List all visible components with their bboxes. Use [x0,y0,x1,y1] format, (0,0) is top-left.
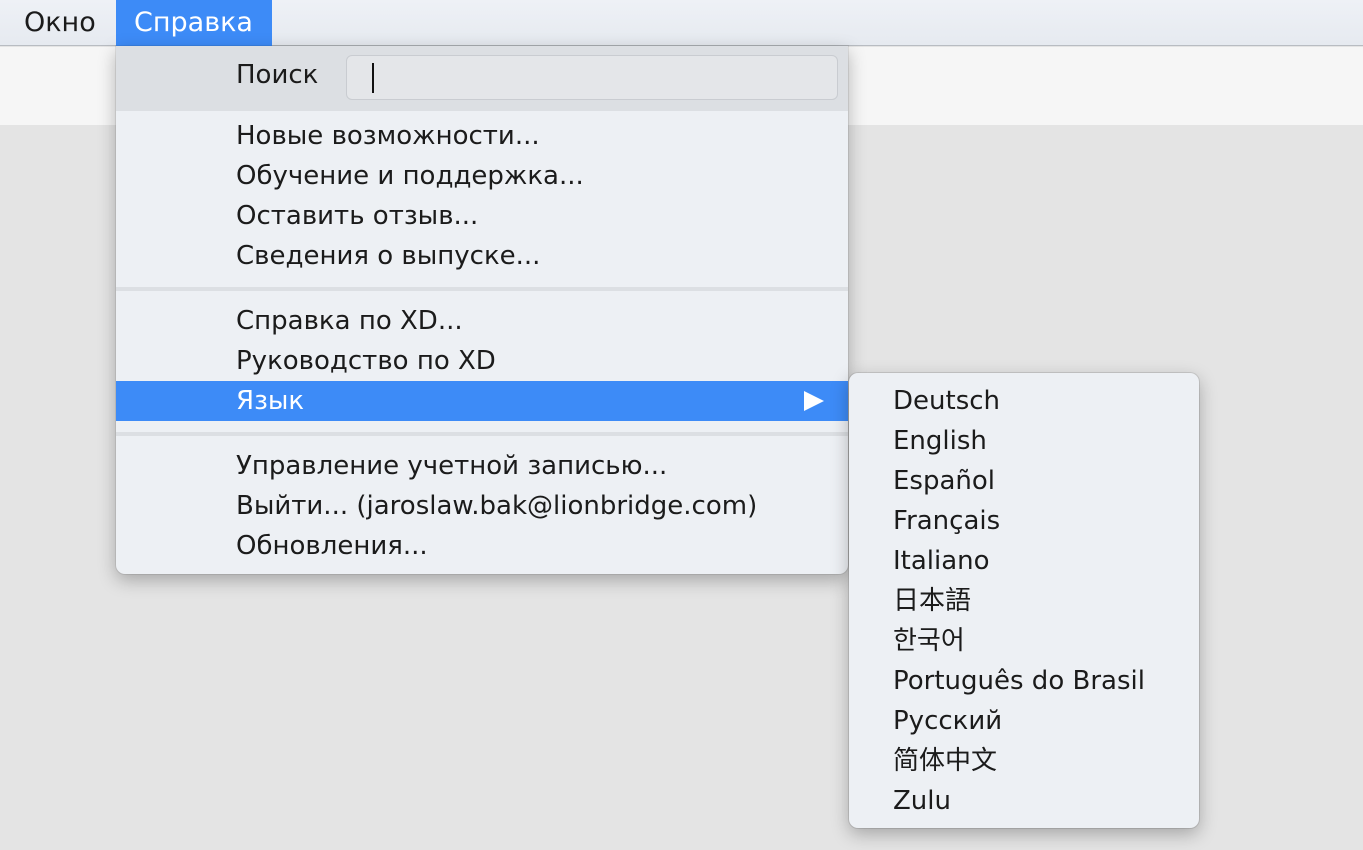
menubar-item-window[interactable]: Окно [24,0,96,46]
triangle-right-icon [804,391,824,411]
language-item-italiano[interactable]: Italiano [849,541,1199,581]
menu-item-sign-out[interactable]: Выйти... (jaroslaw.bak@lionbridge.com) [116,486,848,526]
language-item-portuguese-brazil[interactable]: Português do Brasil [849,661,1199,701]
help-menu: Поиск Новые возможности... Обучение и по… [116,46,848,574]
menu-separator [116,287,848,291]
language-submenu: Deutsch English Español Français Italian… [849,373,1199,828]
language-item-english[interactable]: English [849,421,1199,461]
language-item-japanese[interactable]: 日本語 [849,581,1199,621]
language-item-simplified-chinese[interactable]: 简体中文 [849,741,1199,781]
language-item-korean[interactable]: 한국어 [849,621,1199,661]
menu-item-learn-support[interactable]: Обучение и поддержка... [116,156,848,196]
search-label: Поиск [236,60,319,90]
menu-item-release-notes[interactable]: Сведения о выпуске... [116,236,848,276]
menu-search-row: Поиск [116,46,848,111]
menu-item-xd-help[interactable]: Справка по XD... [116,301,848,341]
menu-item-whats-new[interactable]: Новые возможности... [116,116,848,156]
search-input[interactable] [346,55,838,100]
menu-item-manage-account[interactable]: Управление учетной записью... [116,446,848,486]
language-item-zulu[interactable]: Zulu [849,781,1199,821]
language-item-deutsch[interactable]: Deutsch [849,381,1199,421]
menu-item-language[interactable]: Язык [116,381,848,421]
menu-bar: Окно Справка [0,0,1363,46]
language-item-russian[interactable]: Русский [849,701,1199,741]
menu-item-feedback[interactable]: Оставить отзыв... [116,196,848,236]
language-item-espanol[interactable]: Español [849,461,1199,501]
menu-item-xd-guide[interactable]: Руководство по XD [116,341,848,381]
menu-separator [116,432,848,436]
text-caret [372,63,374,93]
menu-item-updates[interactable]: Обновления... [116,526,848,566]
menu-item-language-label: Язык [236,386,305,416]
menubar-item-help[interactable]: Справка [116,0,272,46]
language-item-francais[interactable]: Français [849,501,1199,541]
